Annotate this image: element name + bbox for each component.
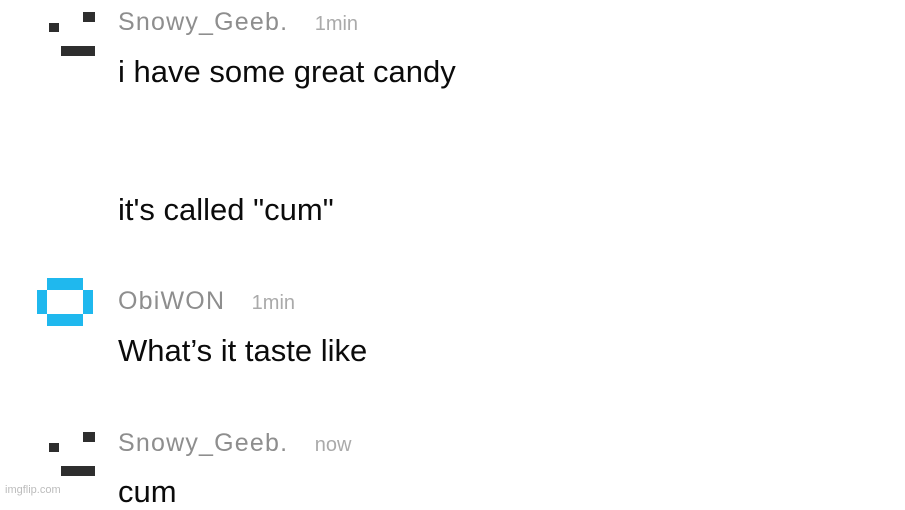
timestamp: 1min [251, 292, 296, 314]
user-avatar[interactable] [33, 278, 103, 348]
comment-text: What’s it taste like [118, 333, 368, 368]
pixel-ring-icon [37, 278, 93, 326]
username-link[interactable]: Snowy_Geeb. [118, 429, 288, 457]
user-avatar[interactable] [33, 8, 103, 78]
comment-meta: Snowy_Geeb. 1min [118, 8, 358, 37]
comment-meta: ObiWON 1min [118, 287, 295, 316]
comment-text: it's called "cum" [118, 192, 334, 227]
timestamp: now [314, 434, 352, 456]
comment-text: i have some great candy [118, 54, 456, 89]
username-link[interactable]: Snowy_Geeb. [118, 8, 288, 36]
username-link[interactable]: ObiWON [118, 287, 225, 315]
comment-meta: Snowy_Geeb. now [118, 429, 351, 458]
watermark: imgflip.com [5, 484, 61, 496]
comment-text: cum [118, 474, 177, 509]
pixel-face-icon [49, 12, 95, 56]
timestamp: 1min [314, 13, 359, 35]
